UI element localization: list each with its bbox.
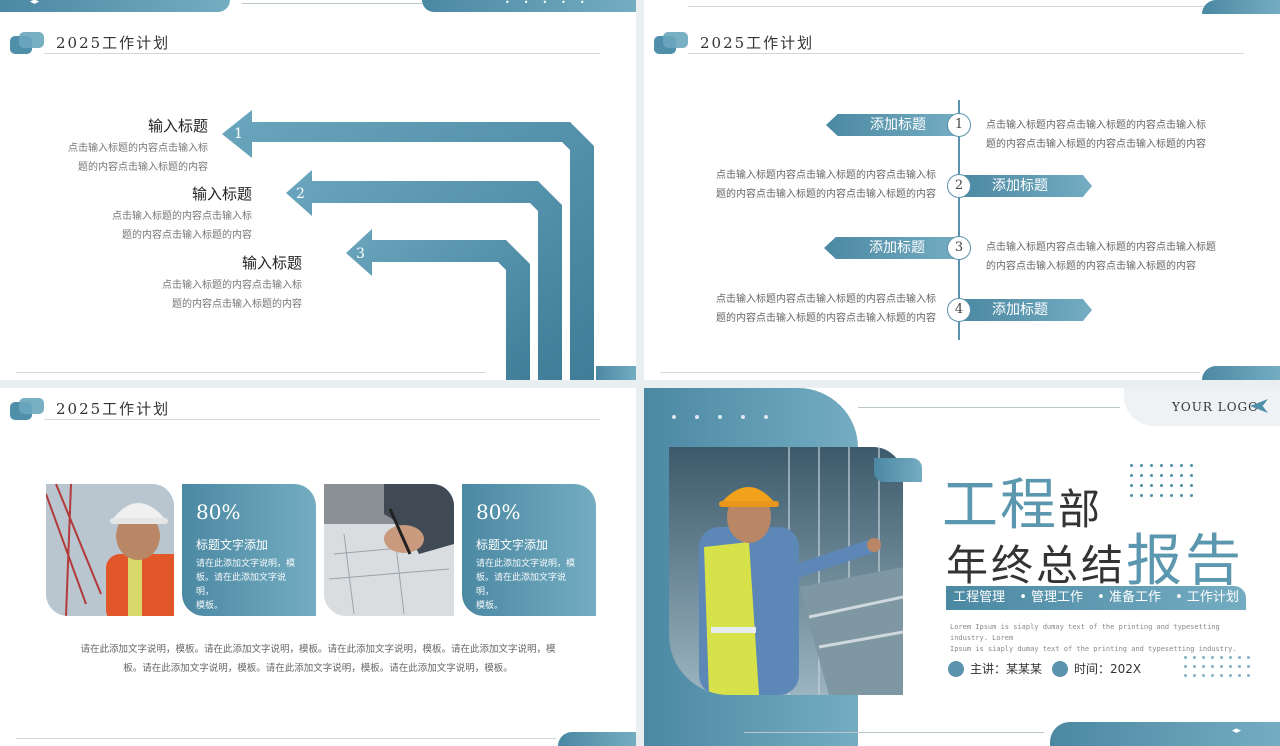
footer-line bbox=[16, 738, 556, 739]
stat-percent-1: 80% bbox=[196, 500, 241, 524]
timeline-tag-4[interactable]: 添加标题 bbox=[962, 299, 1092, 321]
top-divider bbox=[688, 6, 1244, 7]
header-logo-icon bbox=[654, 32, 688, 54]
header-logo-icon bbox=[10, 398, 44, 420]
stat-card-1[interactable]: 80% 标题文字添加 请在此添加文字说明，模 板。请在此添加文字说明， 模板。 bbox=[182, 484, 316, 616]
time-info: 时间：202X bbox=[1052, 660, 1141, 677]
top-divider bbox=[858, 407, 1120, 408]
item-title-2[interactable]: 输入标题 bbox=[192, 183, 252, 204]
arrow-number-2: 2 bbox=[296, 186, 305, 202]
stat-desc-2: 请在此添加文字说明，模 板。请在此添加文字说明， 模板。 bbox=[476, 559, 576, 611]
cover-tag-2: • 管理工作 bbox=[1019, 590, 1084, 605]
bottom-right-bar bbox=[596, 366, 636, 380]
stat-title-2: 标题文字添加 bbox=[476, 538, 549, 552]
blueprint-photo bbox=[324, 484, 454, 616]
cover-title-line2: 年终总结报告 bbox=[946, 529, 1245, 594]
slide-cover[interactable]: YOUR LOGO 工程部 年终总结报告 工程管理 • 管理工作 • 准备工作 … bbox=[644, 388, 1280, 746]
nav-arrows-icon: ◂▸ bbox=[1232, 726, 1242, 736]
logo-text: YOUR LOGO bbox=[1172, 400, 1259, 414]
bottom-right-bar bbox=[1050, 722, 1280, 746]
bottom-right-bar bbox=[558, 732, 636, 746]
worker-photo bbox=[46, 484, 174, 616]
timeline-desc-3[interactable]: 点击输入标题内容点击输入标题的内容点击输入标题 的内容点击输入标题的内容点击输入标… bbox=[986, 238, 1236, 276]
arrow-number-3: 3 bbox=[356, 246, 365, 262]
factory-worker-photo bbox=[669, 447, 903, 695]
timeline-desc-4[interactable]: 点击输入标题内容点击输入标题的内容点击输入标 题的内容点击输入标题的内容点击输入标… bbox=[704, 290, 936, 328]
cover-lorem: Lorem Ipsum is siaply dumay text of the … bbox=[950, 623, 1237, 653]
clock-icon bbox=[1052, 660, 1068, 677]
timeline-node-2: 2 bbox=[947, 174, 971, 198]
timeline-node-4: 4 bbox=[947, 298, 971, 322]
arrow-number-1: 1 bbox=[234, 126, 243, 142]
timeline-node-1: 1 bbox=[947, 113, 971, 137]
photo-corner-accent bbox=[874, 458, 922, 482]
stat-percent-2: 80% bbox=[476, 500, 521, 524]
user-icon bbox=[948, 660, 964, 677]
item-desc-1[interactable]: 点击输入标题的内容点击输入标 题的内容点击输入标题的内容 bbox=[68, 139, 208, 177]
footer-description[interactable]: 请在此添加文字说明，模板。请在此添加文字说明，模板。请在此添加文字说明，模板。请… bbox=[80, 640, 556, 678]
item-desc-3[interactable]: 点击输入标题的内容点击输入标 题的内容点击输入标题的内容 bbox=[162, 276, 302, 314]
footer-line bbox=[16, 372, 486, 373]
stat-title-1: 标题文字添加 bbox=[196, 538, 269, 552]
item-desc-2[interactable]: 点击输入标题的内容点击输入标 题的内容点击输入标题的内容 bbox=[112, 207, 252, 245]
timeline-desc-2[interactable]: 点击输入标题内容点击输入标题的内容点击输入标 题的内容点击输入标题的内容点击输入标… bbox=[704, 166, 936, 204]
dots-decoration bbox=[672, 404, 787, 423]
cover-tag-3: • 准备工作 bbox=[1097, 590, 1161, 605]
footer-line bbox=[660, 372, 1200, 373]
page-title: 2025工作计划 bbox=[56, 400, 171, 418]
slide-plan-cards[interactable]: 2025工作计划 80% 标题文字添加 请在此添加文字说明，模 板。请在此添加文字… bbox=[0, 388, 636, 746]
timeline-tag-2[interactable]: 添加标题 bbox=[962, 175, 1092, 197]
page-title: 2025工作计划 bbox=[700, 34, 815, 52]
timeline-tag-1[interactable]: 添加标题 bbox=[826, 114, 956, 136]
cover-tag-4: • 工作计划 bbox=[1175, 590, 1239, 605]
cover-tags-bar: 工程管理 • 管理工作 • 准备工作 • 工作计划 bbox=[946, 586, 1246, 610]
bent-arrows-graphic bbox=[222, 110, 594, 380]
timeline-node-3: 3 bbox=[947, 236, 971, 260]
bottom-right-bar bbox=[1202, 366, 1280, 380]
top-right-bar bbox=[1202, 0, 1280, 14]
item-title-1[interactable]: 输入标题 bbox=[148, 115, 208, 136]
header-line bbox=[44, 419, 600, 420]
header-line bbox=[688, 53, 1244, 54]
slide-plan-timeline[interactable]: 2025工作计划 添加标题 1 点击输入标题内容点击输入标题的内容点击输入标 题的… bbox=[644, 0, 1280, 380]
timeline-desc-1[interactable]: 点击输入标题内容点击输入标题的内容点击输入标 题的内容点击输入标题的内容点击输入标… bbox=[986, 116, 1236, 154]
speaker-info: 主讲：某某某 bbox=[948, 660, 1042, 677]
stat-card-2[interactable]: 80% 标题文字添加 请在此添加文字说明，模 板。请在此添加文字说明， 模板。 bbox=[462, 484, 596, 616]
timeline-tag-3[interactable]: 添加标题 bbox=[824, 237, 956, 259]
dot-grid-top bbox=[1130, 464, 1193, 497]
stat-desc-1: 请在此添加文字说明，模 板。请在此添加文字说明， 模板。 bbox=[196, 559, 296, 611]
dot-grid-bottom bbox=[1184, 656, 1250, 677]
cover-tag-1: 工程管理 bbox=[953, 590, 1006, 605]
bottom-divider bbox=[744, 732, 1044, 733]
slide-plan-arrows[interactable]: ◂▸ ••••• 2025工作计划 1 2 3 输入标题 点击输入标题的内容点击… bbox=[0, 0, 636, 380]
item-title-3[interactable]: 输入标题 bbox=[242, 252, 302, 273]
